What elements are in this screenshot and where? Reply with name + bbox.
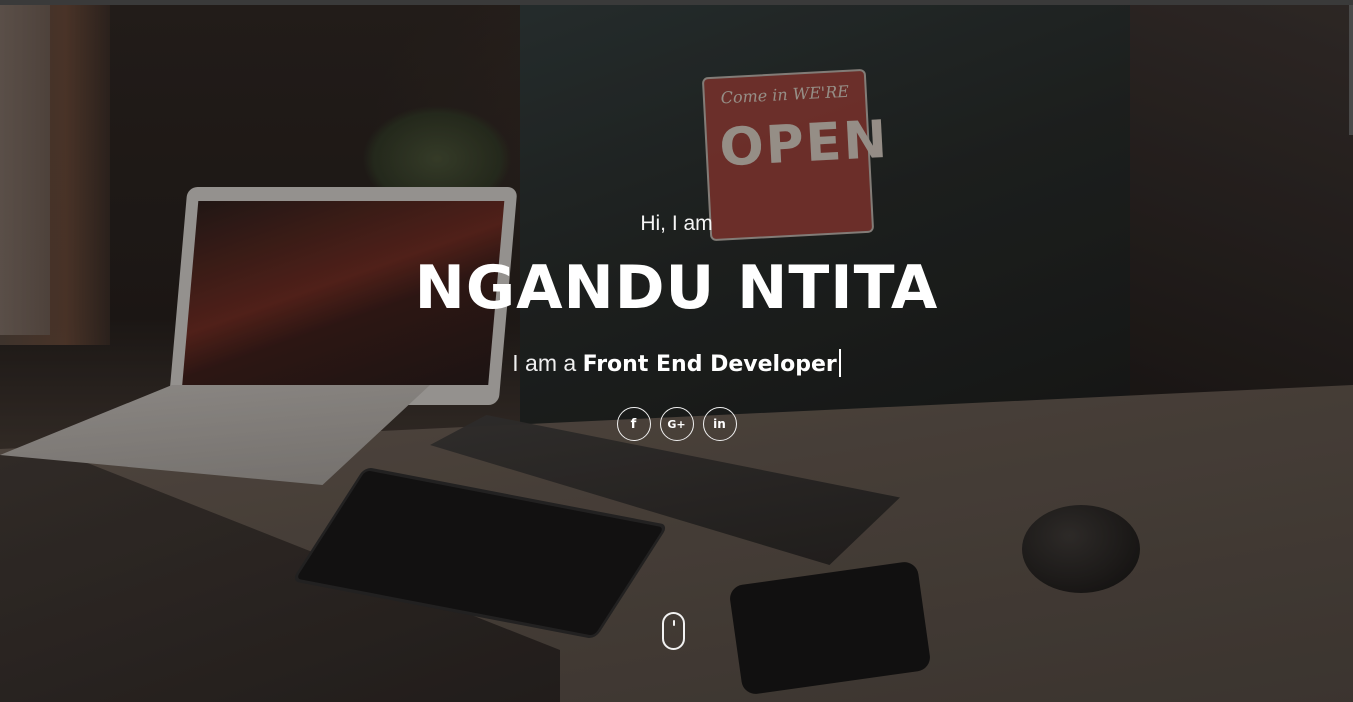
google-plus-icon: G+: [667, 417, 686, 431]
hero-role: I am a Front End Developer: [0, 349, 1353, 377]
hero-content: Hi, I am NGANDU NTITA I am a Front End D…: [0, 5, 1353, 702]
hero-section: Come in WE'RE OPEN Hi, I am NGANDU NTITA…: [0, 5, 1353, 702]
scroll-wheel-icon: [673, 620, 675, 626]
hero-name: NGANDU NTITA: [414, 253, 939, 323]
linkedin-link[interactable]: in: [702, 407, 737, 441]
scroll-down-button[interactable]: [662, 612, 685, 650]
linkedin-icon: in: [713, 417, 726, 431]
facebook-link[interactable]: f: [616, 407, 651, 441]
social-links: f G+ in: [0, 407, 1353, 441]
google-plus-link[interactable]: G+: [659, 407, 694, 441]
hero-role-prefix: I am a: [512, 350, 577, 376]
page-scrollbar[interactable]: [1349, 5, 1353, 135]
facebook-icon: f: [630, 416, 637, 432]
hero-greeting: Hi, I am: [640, 212, 713, 235]
typing-caret: [838, 349, 841, 377]
hero-role-highlight: Front End Developer: [582, 352, 837, 377]
